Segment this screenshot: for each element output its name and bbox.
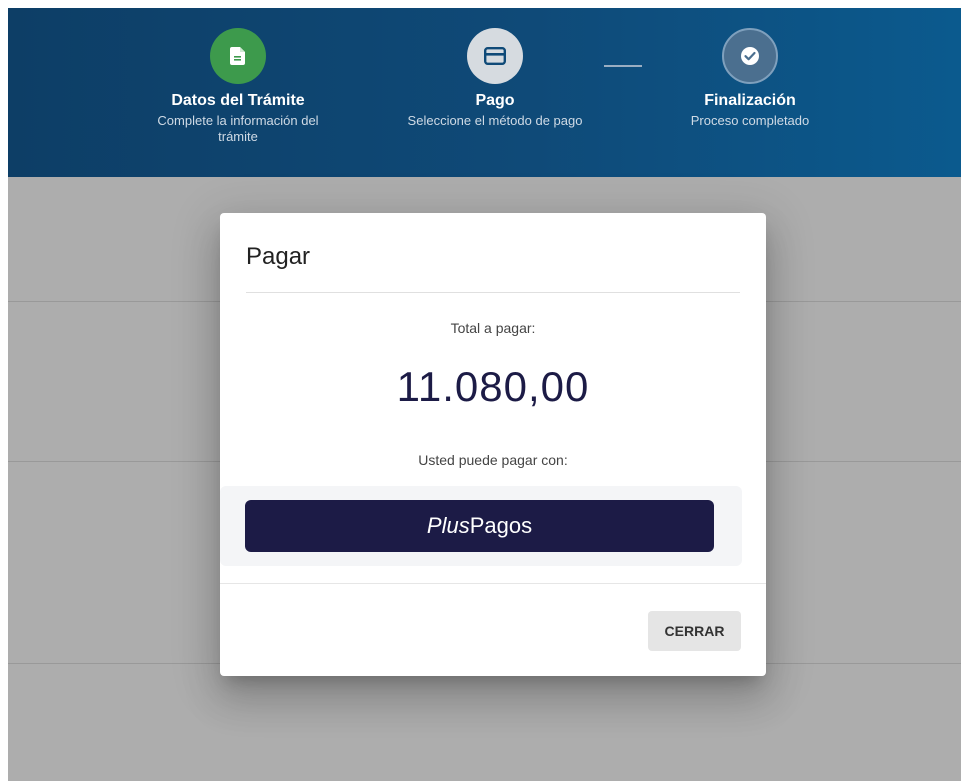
check-circle-icon — [741, 47, 759, 65]
app-frame: Datos del Trámite Complete la informació… — [8, 8, 961, 781]
payment-methods-label: Usted puede pagar con: — [418, 452, 568, 468]
close-button[interactable]: CERRAR — [648, 611, 741, 651]
pluspagos-prefix: Plus — [426, 513, 470, 538]
card-icon — [484, 47, 506, 65]
step-1-subtitle: Complete la información del trámite — [157, 113, 319, 144]
progress-stepper: Datos del Trámite Complete la informació… — [8, 8, 961, 177]
step-3-indicator — [722, 28, 778, 84]
pluspagos-suffix: Pagos — [469, 513, 533, 538]
step-3-title: Finalización — [704, 92, 796, 109]
step-datos-tramite[interactable]: Datos del Trámite Complete la informació… — [138, 8, 338, 145]
dialog-title: Pagar — [246, 243, 311, 270]
dialog-title-divider — [246, 292, 740, 293]
step-pago[interactable]: Pago Seleccione el método de pago — [390, 8, 600, 129]
step-3-subtitle: Proceso completado — [690, 113, 810, 128]
step-2-subtitle: Seleccione el método de pago — [407, 113, 583, 128]
step-finalizacion[interactable]: Finalización Proceso completado — [670, 8, 830, 129]
pluspagos-button[interactable]: Plus Pagos — [245, 500, 714, 552]
payment-dialog: Pagar Total a pagar: 11.080,00 Usted pue… — [220, 213, 766, 676]
step-2-indicator — [467, 28, 523, 84]
step-1-indicator — [210, 28, 266, 84]
step-connector — [604, 65, 642, 67]
total-label: Total a pagar: — [450, 320, 536, 336]
total-amount: 11.080,00 — [396, 363, 590, 410]
step-2-title: Pago — [475, 92, 515, 109]
step-1-title: Datos del Trámite — [171, 92, 305, 109]
dialog-footer-divider — [220, 583, 766, 584]
document-icon — [230, 47, 245, 65]
